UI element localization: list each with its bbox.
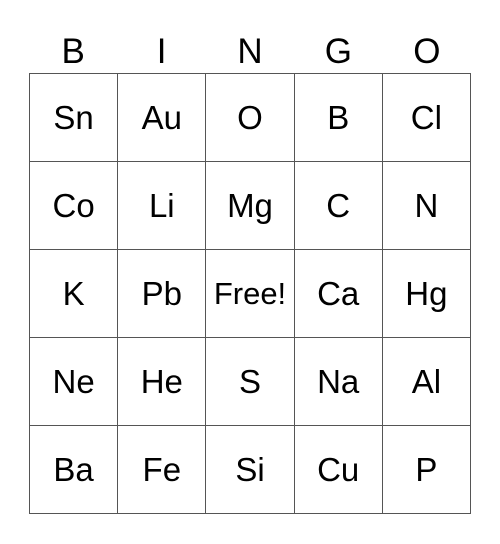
bingo-cell[interactable]: P [382,426,471,514]
bingo-cell[interactable]: Ca [294,250,383,338]
bingo-cell[interactable]: Au [118,74,207,162]
bingo-cell[interactable]: S [206,338,295,426]
bingo-grid: Sn Au O B Cl Co Li Mg C N K Pb Free! Ca Hg Ne He S Na Al Ba F… [29,73,471,514]
bingo-cell[interactable]: Ba [30,426,119,514]
bingo-cell[interactable]: Al [382,338,471,426]
bingo-cell[interactable]: He [118,338,207,426]
header-letter-n: N [237,32,263,71]
bingo-cell[interactable]: Cu [294,426,383,514]
bingo-cell[interactable]: Hg [382,250,471,338]
free-space-cell[interactable]: Free! [206,250,295,338]
bingo-cell[interactable]: C [294,162,383,250]
bingo-cell[interactable]: Si [206,426,295,514]
bingo-cell[interactable]: N [382,162,471,250]
bingo-cell[interactable]: Ne [30,338,119,426]
header-letter-g: G [324,32,353,71]
bingo-cell[interactable]: O [206,74,295,162]
header-letter-b: B [61,32,85,71]
bingo-cell[interactable]: K [30,250,119,338]
bingo-cell[interactable]: Co [30,162,119,250]
bingo-cell[interactable]: Cl [382,74,471,162]
bingo-cell[interactable]: Pb [118,250,207,338]
header-letter-o: O [413,32,441,71]
bingo-cell[interactable]: Na [294,338,383,426]
bingo-cell[interactable]: Fe [118,426,207,514]
bingo-cell[interactable]: Mg [206,162,295,250]
bingo-cell[interactable]: Sn [30,74,119,162]
bingo-header: B I N G O [29,30,471,73]
header-letter-i: I [156,32,167,71]
bingo-cell[interactable]: B [294,74,383,162]
bingo-cell[interactable]: Li [118,162,207,250]
